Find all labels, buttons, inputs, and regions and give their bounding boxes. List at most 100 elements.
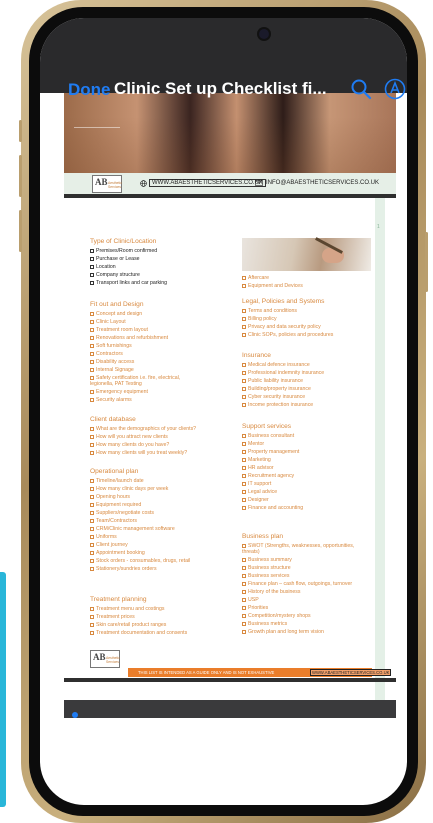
checklist-item[interactable]: Timeline/launch date [90,478,144,484]
checkbox[interactable] [242,283,246,288]
checklist-item[interactable]: Appointment booking [90,550,145,556]
checklist-item[interactable]: Transport links and car parking [90,280,167,286]
checkbox[interactable] [90,494,94,499]
checklist-item[interactable]: Business services [242,573,290,579]
checklist-item[interactable]: How will you attract new clients [90,434,168,440]
checklist-item[interactable]: Equipment and Devices [242,283,303,289]
checkbox[interactable] [90,351,94,356]
checklist-item[interactable]: IT support [242,481,271,487]
checklist-item[interactable]: HR advisor [242,465,274,471]
checkbox[interactable] [90,248,94,253]
checkbox[interactable] [242,378,246,383]
checklist-item[interactable]: Soft furnishings [90,343,132,349]
checklist-item[interactable]: Premises/Room confirmed [90,248,157,254]
checklist-item[interactable]: Clinic SOPs, policies and procedures [242,332,333,338]
checklist-item[interactable]: Stock orders - consumables, drugs, retai… [90,558,190,564]
checklist-item[interactable]: Public liability insurance [242,378,303,384]
checklist-item[interactable]: How many clients will you treat weekly? [90,450,187,456]
checkbox[interactable] [242,457,246,462]
checklist-item[interactable]: Business summary [242,557,292,563]
checkbox[interactable] [242,362,246,367]
website-link[interactable]: WWW.ABAESTHETICSERVICES.CO.UK [149,179,266,187]
checklist-item[interactable]: Income protection insurance [242,402,313,408]
checklist-item[interactable]: Treatment room layout [90,327,148,333]
checklist-item[interactable]: Professional indemnity insurance [242,370,324,376]
checkbox[interactable] [90,327,94,332]
checkbox[interactable] [90,566,94,571]
checklist-item[interactable]: Disability access [90,359,134,365]
checklist-item[interactable]: Growth plan and long term vision [242,629,324,635]
checkbox[interactable] [90,256,94,261]
checklist-item[interactable]: USP [242,597,259,603]
checkbox[interactable] [90,311,94,316]
checklist-item[interactable]: Finance and accounting [242,505,303,511]
checklist-item[interactable]: Uniforms [90,534,117,540]
checklist-item[interactable]: Emergency equipment [90,389,148,395]
checkbox[interactable] [242,324,246,329]
checkbox[interactable] [242,465,246,470]
checklist-item[interactable]: SWOT (Strengths, weaknesses, opportuniti… [242,543,370,555]
checkbox[interactable] [242,275,246,280]
checkbox[interactable] [90,502,94,507]
checkbox[interactable] [242,505,246,510]
checklist-item[interactable]: Competition/mystery shops [242,613,311,619]
checklist-item[interactable]: How many clients do you have? [90,442,169,448]
checklist-item[interactable]: Client journey [90,542,128,548]
checklist-item[interactable]: Building/property insurance [242,386,311,392]
checkbox[interactable] [242,621,246,626]
checkbox[interactable] [90,375,94,380]
done-button[interactable]: Done [68,80,111,100]
checklist-item[interactable]: What are the demographics of your client… [90,426,196,432]
checkbox[interactable] [242,613,246,618]
checkbox[interactable] [90,397,94,402]
checkbox[interactable] [242,433,246,438]
checklist-item[interactable]: Business metrics [242,621,287,627]
checklist-item[interactable]: Designer [242,497,269,503]
checkbox[interactable] [90,272,94,277]
checkbox[interactable] [90,343,94,348]
checkbox[interactable] [242,605,246,610]
checklist-item[interactable]: Aftercare [242,275,269,281]
disclaimer-website-link[interactable]: WWW.ABAESTHETICSERVICES.CO.UK [310,669,392,676]
checklist-item[interactable]: Renovations and refurbishment [90,335,168,341]
checklist-item[interactable]: Purchase or Lease [90,256,140,262]
checklist-item[interactable]: Treatment prices [90,614,135,620]
checklist-item[interactable]: Safety certification i.e. fire, electric… [90,375,202,387]
checklist-item[interactable]: Team/Contractors [90,518,137,524]
checkbox[interactable] [242,557,246,562]
checkbox[interactable] [90,389,94,394]
page-indicator-icon[interactable] [72,712,78,718]
checkbox[interactable] [90,450,94,455]
checklist-item[interactable]: Billing policy [242,316,277,322]
checklist-item[interactable]: Opening hours [90,494,130,500]
checklist-item[interactable]: Security alarms [90,397,132,403]
checkbox[interactable] [90,319,94,324]
checkbox[interactable] [242,565,246,570]
checkbox[interactable] [90,486,94,491]
checkbox[interactable] [242,481,246,486]
markup-pen-icon[interactable] [384,78,406,100]
checkbox[interactable] [90,359,94,364]
checkbox[interactable] [90,614,94,619]
checklist-item[interactable]: Privacy and data security policy [242,324,321,330]
checklist-item[interactable]: Treatment menu and costings [90,606,164,612]
checklist-item[interactable]: How many clinic days per week [90,486,168,492]
checkbox[interactable] [90,622,94,627]
checkbox[interactable] [242,473,246,478]
checklist-item[interactable]: Finance plan – cash flow, outgoings, tur… [242,581,352,587]
checklist-item[interactable]: Marketing [242,457,271,463]
checklist-item[interactable]: Cyber security insurance [242,394,305,400]
checklist-item[interactable]: Clinic Layout [90,319,126,325]
checklist-item[interactable]: Equipment required [90,502,141,508]
checkbox[interactable] [90,442,94,447]
checklist-item[interactable]: Medical defence insurance [242,362,310,368]
checkbox[interactable] [242,629,246,634]
checklist-item[interactable]: Business consultant [242,433,294,439]
checklist-item[interactable]: Concept and design [90,311,142,317]
checkbox[interactable] [242,573,246,578]
checklist-item[interactable]: Mentor [242,441,264,447]
checkbox[interactable] [242,386,246,391]
checklist-item[interactable]: Suppliers/negotiate costs [90,510,154,516]
checklist-item[interactable]: Skin care/retail product ranges [90,622,166,628]
checklist-item[interactable]: History of the business [242,589,300,595]
